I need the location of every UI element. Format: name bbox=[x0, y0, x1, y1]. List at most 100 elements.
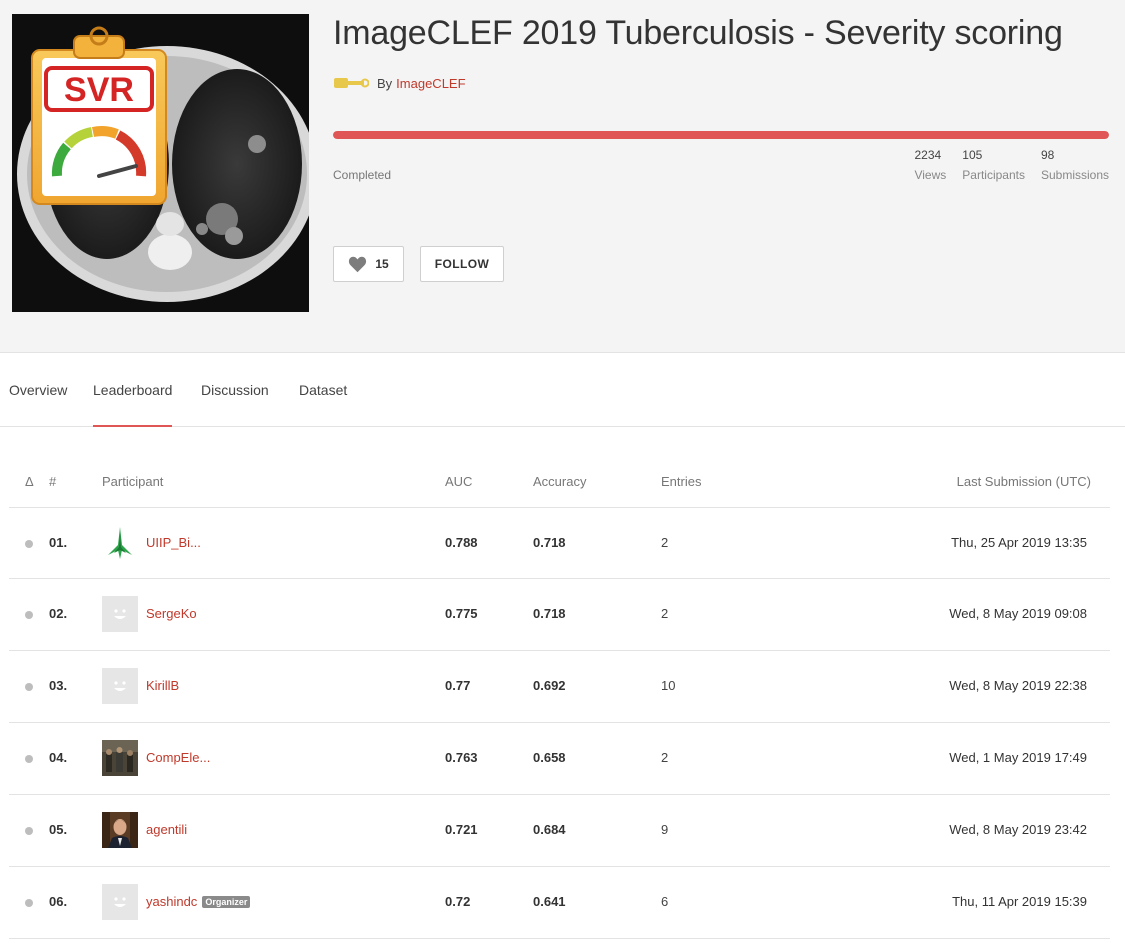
avatar[interactable] bbox=[102, 740, 138, 776]
participant-name: CompEle... bbox=[146, 750, 211, 765]
participant-link[interactable]: CompEle... bbox=[146, 750, 210, 765]
stat-label: Participants bbox=[962, 168, 1025, 182]
stat-participants: 105 Participants bbox=[962, 148, 1025, 183]
accuracy-score: 0.718 bbox=[533, 535, 566, 550]
leaderboard-row: 04. CompEle... 0.763 0.658 2 Wed, 1 May … bbox=[9, 723, 1110, 795]
ct-scan-image: SVR bbox=[12, 14, 309, 312]
tab-dataset[interactable]: Dataset bbox=[299, 382, 347, 398]
rank-change-dot bbox=[25, 540, 33, 548]
challenge-header: SVR ImageCLEF 2019 Tuberculosis - Severi… bbox=[0, 0, 1125, 353]
default-avatar-icon bbox=[102, 596, 138, 632]
entries-count: 6 bbox=[661, 894, 669, 909]
col-last-submission: Last Submission (UTC) bbox=[956, 474, 1091, 489]
col-participant: Participant bbox=[102, 474, 164, 489]
participant-link[interactable]: SergeKo bbox=[146, 606, 197, 621]
tab-overview[interactable]: Overview bbox=[9, 382, 67, 398]
participant-name: SergeKo bbox=[146, 606, 197, 621]
stat-value: 2234 bbox=[914, 148, 942, 162]
organizer-badge: Organizer bbox=[202, 896, 251, 908]
participant-name: KirillB bbox=[146, 678, 180, 693]
stat-label: Submissions bbox=[1040, 168, 1109, 182]
participant-link[interactable]: yashindc Organizer bbox=[146, 894, 251, 909]
organizer-link[interactable]: ImageCLEF bbox=[396, 76, 465, 91]
col-rank: # bbox=[49, 474, 57, 489]
last-submission: Thu, 11 Apr 2019 15:39 bbox=[952, 894, 1087, 909]
stat-submissions: 98 Submissions bbox=[1041, 148, 1109, 183]
rank: 01. bbox=[49, 535, 68, 550]
challenge-thumbnail[interactable]: SVR bbox=[12, 14, 309, 312]
last-submission: Wed, 8 May 2019 22:38 bbox=[949, 678, 1087, 693]
rank: 05. bbox=[49, 822, 68, 837]
participant-link[interactable]: agentili bbox=[146, 822, 187, 837]
auc-score: 0.775 bbox=[445, 606, 478, 621]
accuracy-score: 0.684 bbox=[533, 822, 566, 837]
last-submission: Thu, 25 Apr 2019 13:35 bbox=[951, 535, 1087, 550]
avatar[interactable] bbox=[102, 812, 138, 848]
leaderboard-row: 05. agentili 0.721 0.684 9 Wed, 8 May 20… bbox=[9, 795, 1110, 867]
col-entries: Entries bbox=[661, 474, 702, 489]
challenge-byline: By ImageCLEF bbox=[333, 74, 466, 92]
participant-link[interactable]: KirillB bbox=[146, 678, 179, 693]
avatar[interactable] bbox=[102, 596, 138, 632]
rank-change-dot bbox=[25, 755, 33, 763]
green-logo-icon bbox=[102, 525, 138, 561]
photo-avatar-icon bbox=[102, 740, 138, 776]
svr-label: SVR bbox=[64, 71, 134, 109]
accuracy-score: 0.658 bbox=[533, 750, 566, 765]
challenge-title: ImageCLEF 2019 Tuberculosis - Severity s… bbox=[333, 14, 1063, 52]
follow-button[interactable]: FOLLOW bbox=[420, 246, 504, 282]
rank: 06. bbox=[49, 894, 68, 909]
tab-leaderboard[interactable]: Leaderboard bbox=[93, 382, 173, 427]
default-avatar-icon bbox=[102, 668, 138, 704]
participant-name: agentili bbox=[146, 822, 188, 837]
auc-score: 0.77 bbox=[445, 678, 471, 693]
progress-fill bbox=[333, 131, 1109, 139]
leaderboard-header: Δ # Participant AUC Accuracy Entries Las… bbox=[0, 474, 1125, 492]
stat-value: 105 bbox=[962, 148, 983, 162]
rank-change-dot bbox=[25, 899, 33, 907]
entries-count: 2 bbox=[661, 750, 669, 765]
participant-link[interactable]: UIIP_Bi... bbox=[146, 535, 201, 550]
challenge-tabs: Overview Leaderboard Discussion Dataset bbox=[0, 354, 1125, 427]
rank-change-dot bbox=[25, 683, 33, 691]
stat-views: 2234 Views bbox=[914, 148, 946, 183]
leaderboard-row: 02. SergeKo 0.775 0.718 2 Wed, 8 May 201… bbox=[9, 579, 1110, 651]
leaderboard-row: 01. UIIP_Bi... 0.788 0.718 2 Thu, 25 Apr… bbox=[9, 507, 1110, 579]
accuracy-score: 0.692 bbox=[533, 678, 566, 693]
col-accuracy[interactable]: Accuracy bbox=[533, 474, 586, 489]
default-avatar-icon bbox=[102, 884, 138, 920]
key-icon bbox=[334, 78, 369, 88]
avatar[interactable] bbox=[102, 525, 138, 561]
rank-change-dot bbox=[25, 611, 33, 619]
avatar[interactable] bbox=[102, 884, 138, 920]
entries-count: 2 bbox=[661, 606, 669, 621]
participant-name: yashindc bbox=[146, 894, 198, 909]
leaderboard-row: 03. KirillB 0.77 0.692 10 Wed, 8 May 201… bbox=[9, 651, 1110, 723]
participant-name: UIIP_Bi... bbox=[146, 535, 201, 550]
entries-count: 9 bbox=[661, 822, 669, 837]
rank: 03. bbox=[49, 678, 68, 693]
stat-label: Views bbox=[914, 168, 947, 182]
last-submission: Wed, 1 May 2019 17:49 bbox=[949, 750, 1087, 765]
leaderboard-row: 06. yashindc Organizer 0.72 0.641 6 Thu, … bbox=[9, 867, 1110, 939]
auc-score: 0.763 bbox=[445, 750, 478, 765]
rank: 04. bbox=[49, 750, 68, 765]
auc-score: 0.721 bbox=[445, 822, 478, 837]
accuracy-score: 0.641 bbox=[533, 894, 566, 909]
challenge-stats: 2234 Views 105 Participants 98 Submissio… bbox=[914, 148, 1109, 183]
stat-value: 98 bbox=[1040, 148, 1055, 162]
auc-score: 0.788 bbox=[445, 535, 478, 550]
accuracy-score: 0.718 bbox=[533, 606, 566, 621]
entries-count: 2 bbox=[661, 535, 669, 550]
last-submission: Wed, 8 May 2019 09:08 bbox=[949, 606, 1087, 621]
challenge-status: Completed bbox=[333, 168, 392, 182]
auc-score: 0.72 bbox=[445, 894, 471, 909]
photo-avatar-icon bbox=[102, 812, 138, 848]
rank: 02. bbox=[49, 606, 68, 621]
like-button[interactable]: 15 bbox=[333, 246, 404, 282]
heart-icon bbox=[349, 256, 367, 272]
avatar[interactable] bbox=[102, 668, 138, 704]
col-delta: Δ bbox=[25, 474, 34, 489]
col-auc[interactable]: AUC bbox=[445, 474, 472, 489]
tab-discussion[interactable]: Discussion bbox=[201, 382, 269, 398]
